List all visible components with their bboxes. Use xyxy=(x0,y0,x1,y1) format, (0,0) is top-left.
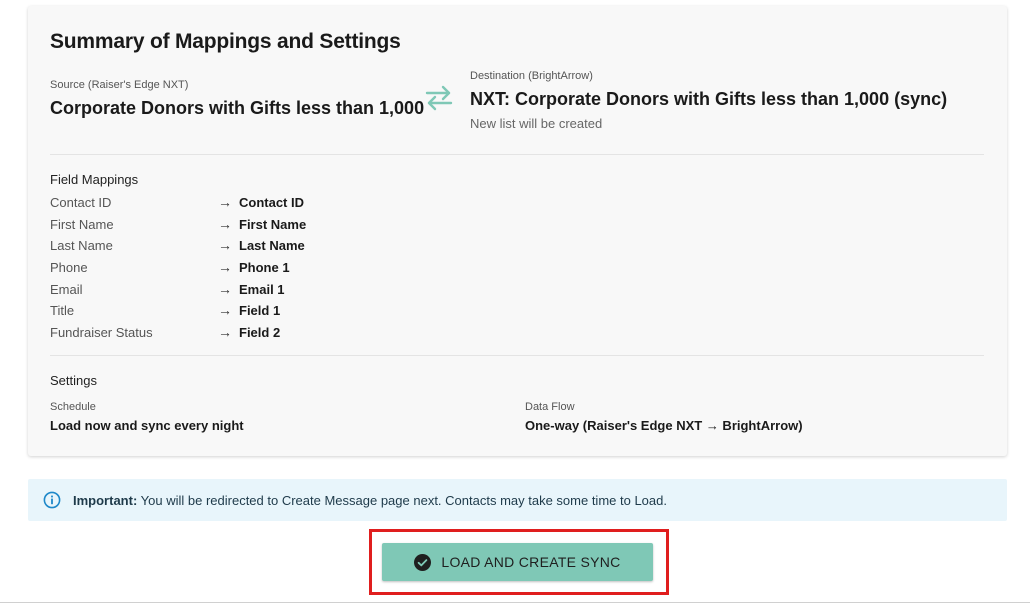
mapping-source: Contact ID xyxy=(50,195,112,210)
mapping-target: Last Name xyxy=(239,238,305,254)
mapping-source: Email xyxy=(50,281,83,297)
mapping-arrow: → xyxy=(218,280,232,297)
mapping-row: Fundraiser Status → Field 2 xyxy=(50,324,650,346)
field-mappings-list: Contact ID → Contact ID First Name → Fir… xyxy=(50,194,650,346)
mapping-row: Title → Field 1 xyxy=(50,302,650,324)
mapping-row: Contact ID → Contact ID xyxy=(50,194,650,216)
bottom-rule xyxy=(0,602,1030,603)
mapping-source: Title xyxy=(50,303,75,319)
destination-label: Destination (BrightArrow) xyxy=(470,70,593,82)
mapping-row: Email → Email 1 xyxy=(50,281,650,303)
schedule-value: Load now and sync every night xyxy=(50,418,244,433)
mapping-arrow: → xyxy=(218,324,232,341)
button-label: LOAD AND CREATE SYNC xyxy=(441,554,621,570)
mapping-row: Phone → Phone 1 xyxy=(50,259,650,281)
mapping-source: First Name xyxy=(50,216,114,232)
divider xyxy=(50,154,984,155)
destination-name: NXT: Corporate Donors with Gifts less th… xyxy=(470,89,948,109)
mapping-target: Contact ID xyxy=(239,195,304,210)
source-name: Corporate Donors with Gifts less than 1,… xyxy=(50,98,425,118)
swap-arrows-icon xyxy=(425,85,453,111)
alert-text: Important: You will be redirected to Cre… xyxy=(73,493,667,508)
mapping-target: Field 1 xyxy=(239,303,281,319)
mapping-arrow: → xyxy=(218,302,232,319)
mapping-target: Email 1 xyxy=(239,281,285,297)
mapping-arrow: → xyxy=(218,237,232,254)
data-flow-value: One-way (Raiser's Edge NXT → BrightArrow… xyxy=(525,418,803,433)
mapping-source: Phone xyxy=(50,260,88,276)
page: Summary of Mappings and Settings Source … xyxy=(0,0,1030,605)
load-and-create-sync-button[interactable]: LOAD AND CREATE SYNC xyxy=(382,543,653,581)
settings-title: Settings xyxy=(50,373,97,388)
summary-title: Summary of Mappings and Settings xyxy=(50,30,401,53)
schedule-label: Schedule xyxy=(50,401,96,413)
mapping-target: First Name xyxy=(239,216,307,232)
mapping-row: Last Name → Last Name xyxy=(50,237,650,259)
mapping-source: Fundraiser Status xyxy=(50,325,153,341)
divider xyxy=(50,355,984,356)
mapping-arrow: → xyxy=(218,215,232,232)
mapping-row: First Name → First Name xyxy=(50,216,650,238)
check-circle-icon xyxy=(414,553,432,571)
source-label: Source (Raiser's Edge NXT) xyxy=(50,79,189,91)
info-icon xyxy=(43,491,61,509)
mapping-target: Field 2 xyxy=(239,325,281,341)
mapping-arrow: → xyxy=(218,194,232,210)
mapping-target: Phone 1 xyxy=(239,260,290,276)
alert-strong: Important: xyxy=(73,493,138,508)
data-flow-label: Data Flow xyxy=(525,401,575,413)
mapping-arrow: → xyxy=(218,259,232,276)
alert-message: You will be redirected to Create Message… xyxy=(140,493,667,508)
important-alert: Important: You will be redirected to Cre… xyxy=(28,479,1007,521)
mapping-source: Last Name xyxy=(50,238,113,254)
destination-note: New list will be created xyxy=(470,116,603,131)
summary-card: Summary of Mappings and Settings Source … xyxy=(28,6,1007,456)
field-mappings-title: Field Mappings xyxy=(50,172,139,187)
